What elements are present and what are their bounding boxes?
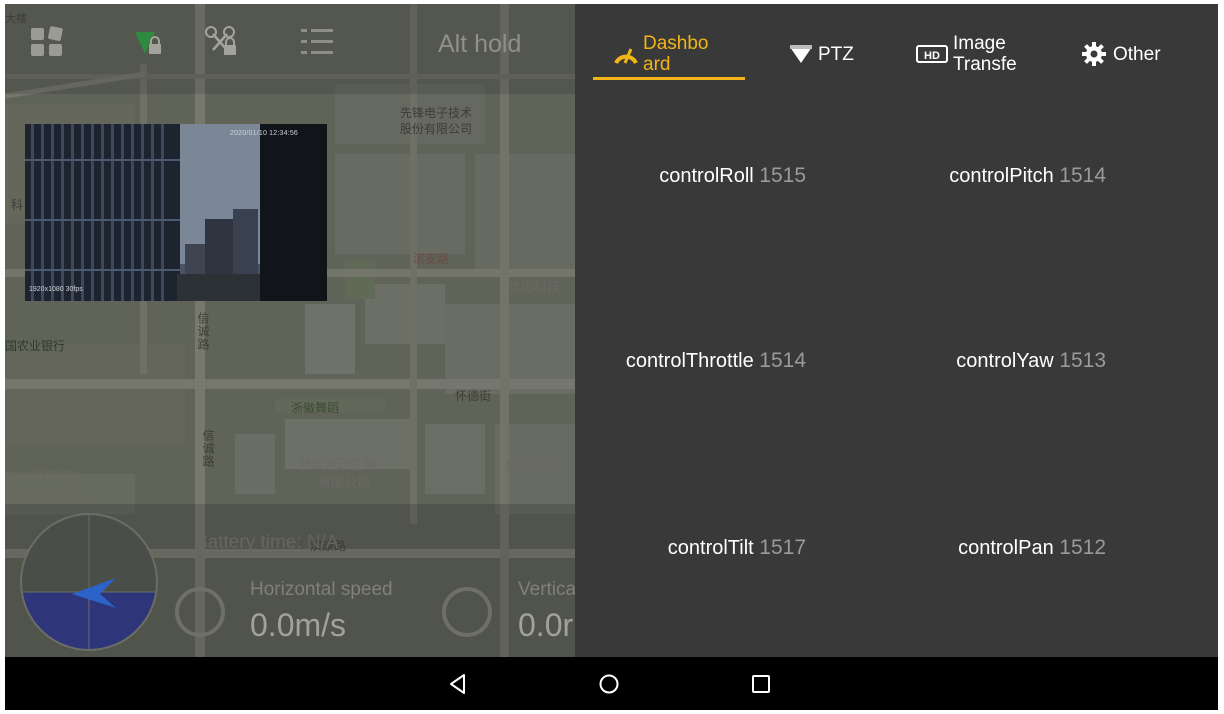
horizontal-speed-ring-icon bbox=[175, 587, 225, 637]
vertical-speed-label: Vertica bbox=[518, 579, 575, 600]
vertical-speed-ring-icon bbox=[442, 587, 492, 637]
map-label: 有限公司 bbox=[318, 475, 371, 490]
battery-time-label: Battery time: bbox=[195, 532, 307, 553]
horizontal-speed-value: 0.0m/s bbox=[250, 607, 347, 643]
drone-lock-icon[interactable] bbox=[203, 24, 239, 60]
control-name: controlPitch bbox=[949, 165, 1054, 187]
control-pan-readout: controlPan 1512 bbox=[958, 536, 1106, 560]
control-value: 1515 bbox=[759, 164, 806, 187]
vertical-speed-value: 0.0r bbox=[518, 607, 574, 643]
map-label: 浙徽舞蹈 bbox=[291, 401, 340, 415]
gauge-icon bbox=[614, 48, 638, 65]
horizontal-speed-label: Horizontal speed bbox=[250, 579, 393, 600]
map-label: 信诚路 bbox=[201, 429, 215, 468]
battery-time: Battery time: N/A bbox=[195, 532, 339, 554]
map-view[interactable]: 先锋电子技术 股份有限公司 滨安路 优迈科技 国农业银行 信诚路 信诚路 浙徽舞… bbox=[5, 4, 575, 657]
apps-grid-icon[interactable] bbox=[29, 24, 65, 60]
tab-label: Other bbox=[1113, 43, 1161, 65]
map-label: 大楼 bbox=[5, 13, 27, 25]
signal-lock-icon[interactable] bbox=[133, 24, 169, 60]
tab-other[interactable]: Other bbox=[1081, 26, 1161, 82]
android-nav-bar bbox=[5, 657, 1218, 710]
tab-label-line2: ard bbox=[643, 54, 671, 75]
control-value: 1512 bbox=[1059, 536, 1106, 559]
flight-mode-label[interactable]: Alt hold bbox=[438, 30, 521, 59]
camera-feed-image bbox=[25, 124, 327, 301]
control-value: 1514 bbox=[759, 349, 806, 372]
map-label: 浙大迪迅生物 bbox=[298, 457, 377, 472]
back-triangle-icon[interactable] bbox=[445, 671, 471, 697]
control-pitch-readout: controlPitch 1514 bbox=[949, 164, 1106, 188]
tab-ptz[interactable]: PTZ bbox=[788, 26, 854, 82]
compass-attitude-icon[interactable] bbox=[20, 512, 158, 652]
map-label: 滨安路 bbox=[413, 252, 450, 266]
control-name: controlTilt bbox=[667, 537, 754, 559]
control-name: controlYaw bbox=[956, 350, 1054, 372]
control-name: controlRoll bbox=[659, 165, 754, 187]
gimbal-icon bbox=[790, 45, 812, 63]
gear-icon bbox=[1082, 42, 1106, 66]
map-label: 科 bbox=[11, 198, 24, 212]
device-screen: 先锋电子技术 股份有限公司 滨安路 优迈科技 国农业银行 信诚路 信诚路 浙徽舞… bbox=[5, 4, 1218, 710]
map-label: 先锋电子技术 bbox=[400, 106, 473, 120]
map-label: 股份有限公司 bbox=[400, 122, 473, 136]
control-value: 1514 bbox=[1059, 164, 1106, 187]
map-label: 杭州凯和精工 bbox=[5, 469, 84, 484]
recents-square-icon[interactable] bbox=[748, 671, 774, 697]
control-value: 1513 bbox=[1059, 349, 1106, 372]
hd-icon: HD bbox=[916, 45, 948, 63]
map-label: 怀德街 bbox=[455, 389, 492, 403]
map-label: 机械有限公司 bbox=[5, 491, 84, 506]
svg-text:HD: HD bbox=[924, 50, 940, 62]
map-label: 杭州精工 bbox=[505, 459, 558, 474]
list-menu-icon[interactable] bbox=[299, 24, 335, 60]
tab-dashboard[interactable]: Dashbo ard bbox=[613, 26, 709, 82]
home-circle-icon[interactable] bbox=[596, 671, 622, 697]
tab-label-line1: Image bbox=[953, 33, 1006, 54]
control-name: controlThrottle bbox=[625, 350, 754, 372]
camera-osd-text: 2020/01/10 12:34:56 bbox=[230, 130, 299, 137]
control-tilt-readout: controlTilt 1517 bbox=[668, 536, 806, 560]
map-label: 国农业银行 bbox=[5, 339, 66, 353]
active-tab-indicator bbox=[593, 77, 745, 80]
settings-panel: Dashbo ard PTZ HD Image Transfe Other co… bbox=[575, 4, 1218, 657]
control-yaw-readout: controlYaw 1513 bbox=[956, 349, 1106, 373]
camera-osd-text: 1920x1080 30fps bbox=[29, 286, 83, 293]
control-roll-readout: controlRoll 1515 bbox=[659, 164, 806, 188]
camera-preview[interactable]: 2020/01/10 12:34:56 1920x1080 30fps bbox=[25, 124, 327, 301]
battery-time-value: N/A bbox=[306, 532, 339, 553]
control-name: controlPan bbox=[958, 537, 1054, 559]
tab-label-line2: Transfe bbox=[953, 54, 1017, 75]
tab-image-transfer[interactable]: HD Image Transfe bbox=[915, 26, 1017, 82]
control-throttle-readout: controlThrottle 1514 bbox=[626, 349, 806, 373]
tab-label-line1: Dashbo bbox=[643, 33, 709, 54]
tab-label: PTZ bbox=[818, 43, 854, 65]
control-value: 1517 bbox=[759, 536, 806, 559]
map-label: 优迈科技 bbox=[508, 279, 561, 294]
map-label: 信诚路 bbox=[196, 312, 210, 351]
